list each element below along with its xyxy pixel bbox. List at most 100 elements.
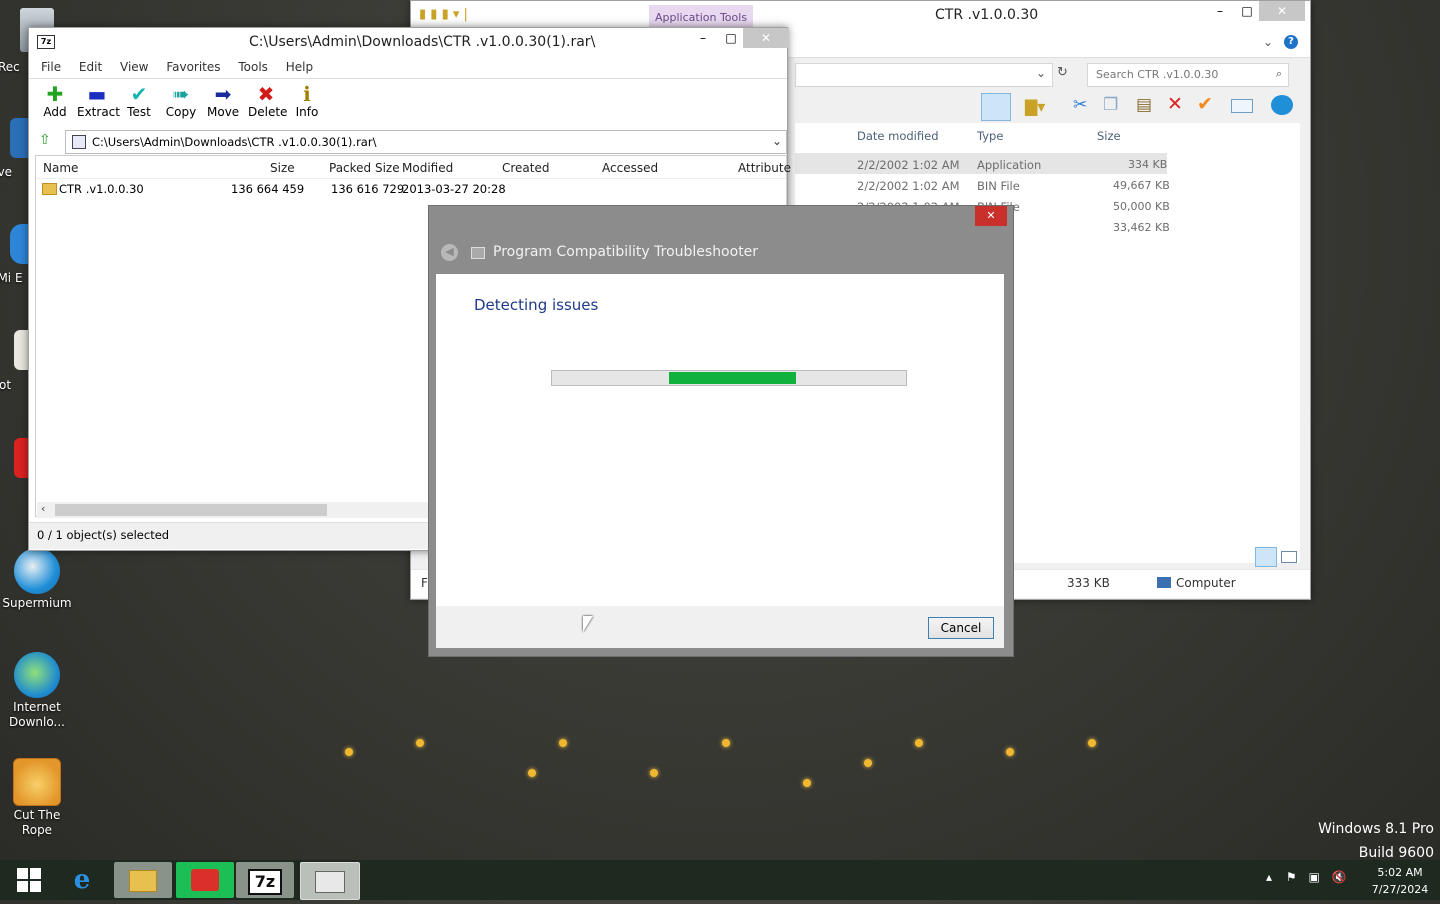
progress-fill — [669, 372, 796, 384]
desktop-icon-supermium[interactable]: Supermium — [2, 548, 72, 611]
copy-icon[interactable]: ❐ — [1103, 95, 1118, 115]
desktop-icon-cut-the-rope[interactable]: Cut The Rope — [2, 758, 72, 838]
7zip-titlebar[interactable]: 7z C:\Users\Admin\Downloads\CTR .v1.0.0.… — [29, 28, 789, 56]
menu-file[interactable]: File — [41, 60, 61, 74]
maximize-button[interactable]: □ — [1233, 1, 1261, 21]
properties-icon[interactable] — [1231, 99, 1253, 113]
add-button[interactable]: ✚ Add — [41, 83, 69, 119]
move-button[interactable]: ➡ Move — [207, 83, 239, 119]
desktop-icon-internet-download[interactable]: Internet Downlo... — [2, 652, 72, 730]
minimize-button[interactable]: – — [1206, 1, 1234, 21]
address-dropdown-icon[interactable]: ⌄ — [772, 134, 782, 148]
desktop-icon-label: Mi E — [0, 271, 23, 285]
show-hidden-icons-icon[interactable]: ▴ — [1266, 870, 1272, 884]
clock-time: 5:02 AM — [1377, 866, 1423, 879]
taskbar-7zip[interactable]: 7z — [236, 862, 294, 898]
flag-icon[interactable]: ⚑ — [1286, 870, 1297, 884]
globe-icon[interactable] — [1271, 95, 1293, 115]
column-header-size[interactable]: Size — [270, 161, 295, 175]
scrollbar-thumb[interactable] — [55, 504, 327, 516]
taskbar-troubleshooter[interactable] — [300, 862, 360, 900]
horizontal-scrollbar[interactable]: ‹ — [37, 502, 437, 518]
extract-button[interactable]: ▬ Extract — [77, 83, 120, 119]
menu-help[interactable]: Help — [286, 60, 313, 74]
move-label: Move — [207, 105, 240, 119]
column-header-name[interactable]: Name — [43, 161, 78, 175]
close-button[interactable]: ✕ — [743, 28, 789, 48]
ribbon-expand-icon[interactable]: ⌄ — [1263, 35, 1273, 49]
details-view-icon[interactable] — [1255, 547, 1277, 567]
cut-icon[interactable]: ✂ — [1073, 95, 1087, 115]
refresh-icon[interactable]: ↻ — [1057, 65, 1068, 80]
network-icon[interactable]: ▣ — [1308, 870, 1319, 884]
address-dropdown-icon[interactable]: ⌄ — [1036, 66, 1046, 80]
7zip-title: C:\Users\Admin\Downloads\CTR .v1.0.0.30(… — [249, 34, 596, 50]
taskbar-internet-explorer[interactable]: e — [53, 862, 111, 898]
search-box[interactable]: Search CTR .v1.0.0.30 ⌕ — [1087, 63, 1289, 87]
menu-tools[interactable]: Tools — [238, 60, 268, 74]
volume-muted-icon[interactable]: 🔇 — [1332, 870, 1347, 884]
cancel-button[interactable]: Cancel — [928, 617, 994, 639]
dialog-title: Program Compatibility Troubleshooter — [493, 244, 759, 260]
search-input[interactable]: Search CTR .v1.0.0.30 — [1096, 68, 1218, 81]
cell-size: 33,462 KB — [1113, 221, 1170, 234]
copy-button[interactable]: ➠ Copy — [165, 83, 197, 119]
column-header-accessed[interactable]: Accessed — [602, 161, 658, 175]
address-bar[interactable]: ⌄ — [795, 63, 1053, 87]
7zip-address-bar[interactable]: C:\Users\Admin\Downloads\CTR .v1.0.0.30(… — [65, 130, 787, 154]
maximize-button[interactable]: □ — [717, 28, 745, 48]
quick-access-toolbar[interactable]: ▮ ▮ ▮ ▾ | — [419, 7, 468, 22]
back-arrow-icon[interactable]: ◀ — [441, 244, 458, 261]
column-header-size[interactable]: Size — [1097, 129, 1121, 143]
cell-date: 2/2/2002 1:02 AM — [857, 179, 960, 193]
selection-status: 0 / 1 object(s) selected — [37, 528, 170, 542]
test-button[interactable]: ✔ Test — [125, 83, 153, 119]
internet-explorer-icon: e — [73, 865, 91, 895]
view-pane-icon[interactable] — [981, 93, 1011, 121]
taskbar-file-explorer[interactable] — [114, 862, 172, 898]
rename-check-icon[interactable]: ✔ — [1197, 93, 1213, 115]
minimize-button[interactable]: – — [689, 28, 717, 48]
close-button[interactable]: ✕ — [975, 206, 1007, 226]
explorer-title: CTR .v1.0.0.30 — [935, 7, 1039, 23]
dialog-content: Detecting issues — [436, 274, 1004, 606]
column-header-type[interactable]: Type — [977, 129, 1003, 143]
watermark-edition: Windows 8.1 Pro — [1318, 821, 1434, 837]
up-folder-icon[interactable]: ⇧ — [39, 132, 51, 148]
7zip-menu-bar: File Edit View Favorites Tools Help — [41, 60, 327, 74]
x-icon: ✖ — [257, 82, 275, 106]
supermium-icon — [14, 548, 60, 594]
taskbar-app-red[interactable] — [176, 862, 234, 898]
copy-label: Copy — [165, 105, 197, 119]
paste-icon[interactable]: ▤ — [1136, 95, 1152, 115]
help-icon[interactable]: ? — [1284, 35, 1298, 49]
delete-button[interactable]: ✖ Delete — [248, 82, 287, 119]
column-header-created[interactable]: Created — [502, 161, 550, 175]
computer-icon — [1157, 577, 1171, 588]
menu-view[interactable]: View — [120, 60, 148, 74]
ribbon-contextual-tab[interactable]: Application Tools — [649, 5, 754, 29]
column-header-date-modified[interactable]: Date modified — [857, 129, 939, 143]
scroll-left-icon[interactable]: ‹ — [41, 502, 45, 515]
menu-favorites[interactable]: Favorites — [166, 60, 220, 74]
close-button[interactable]: ✕ — [1259, 1, 1305, 21]
menu-edit[interactable]: Edit — [79, 60, 102, 74]
dialog-footer: Cancel — [436, 606, 1004, 648]
clock[interactable]: 5:02 AM 7/27/2024 — [1364, 864, 1436, 898]
status-size: 333 KB — [1067, 576, 1110, 590]
column-header-attribute[interactable]: Attribute — [738, 161, 791, 175]
divider — [29, 78, 787, 79]
troubleshooter-dialog[interactable]: ✕ ◀ Program Compatibility Troubleshooter… — [428, 205, 1014, 657]
large-icons-view-icon[interactable] — [1281, 551, 1297, 563]
column-header-modified[interactable]: Modified — [402, 161, 453, 175]
explorer-titlebar[interactable]: ▮ ▮ ▮ ▾ | Application Tools CTR .v1.0.0.… — [411, 1, 1310, 29]
info-button[interactable]: ℹ Info — [295, 83, 319, 119]
search-icon[interactable]: ⌕ — [1276, 67, 1282, 81]
delete-icon[interactable]: ✕ — [1167, 93, 1183, 115]
folder-options-icon[interactable]: ▇▾ — [1025, 97, 1045, 116]
status-location: Computer — [1176, 576, 1236, 590]
column-header-packed-size[interactable]: Packed Size — [329, 161, 400, 175]
wallpaper-dot — [803, 779, 811, 787]
7zip-app-icon: 7z — [37, 35, 55, 49]
start-button[interactable] — [0, 862, 58, 898]
